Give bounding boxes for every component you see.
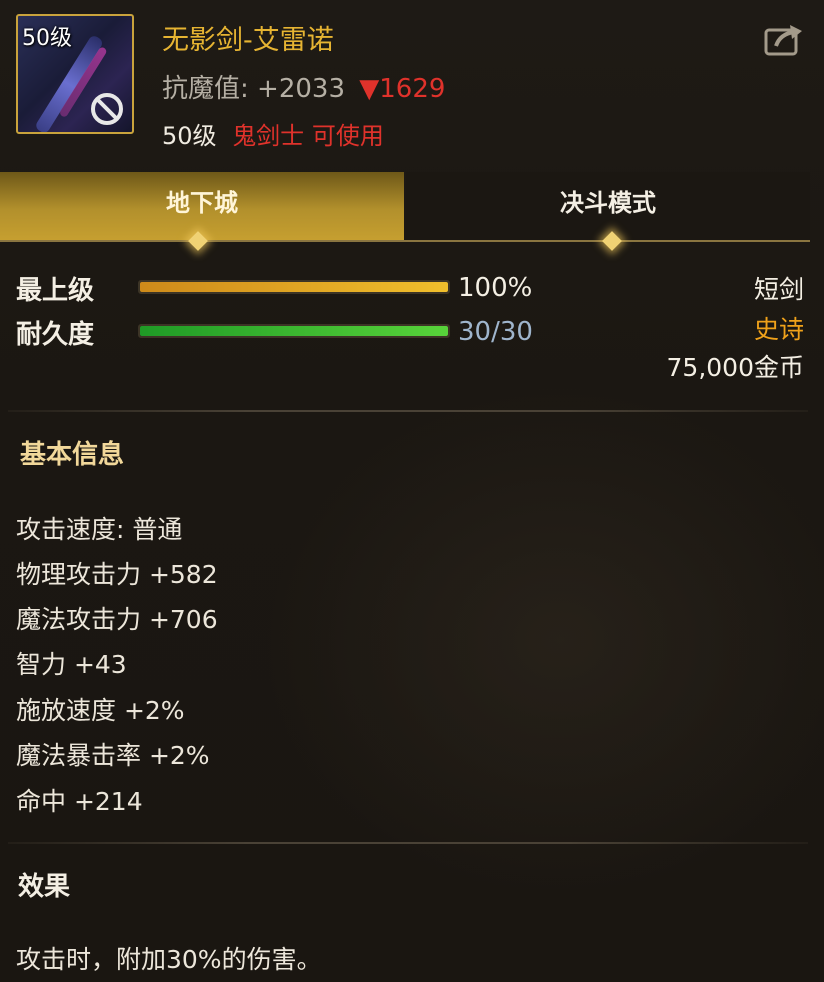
attr-magic-attack: 魔法攻击力 +706 (16, 605, 218, 634)
no-use-icon (91, 93, 123, 125)
durability-value: 30/30 (458, 317, 533, 347)
durability-bar (138, 324, 450, 338)
basic-info-title: 基本信息 (20, 440, 125, 470)
item-rarity: 史诗 (753, 315, 804, 344)
required-class: 鬼剑士 可使用 (232, 122, 384, 150)
tab-underline (0, 240, 810, 242)
item-price: 75,000金币 (666, 353, 804, 382)
magic-resist-label: 抗魔值: (162, 74, 249, 104)
item-tooltip: 50级 无影剑-艾雷诺 抗魔值: +2033 ▼1629 50级 鬼剑士 可使用… (0, 0, 824, 982)
attr-cast-speed: 施放速度 +2% (16, 696, 185, 725)
item-name: 无影剑-艾雷诺 (162, 25, 334, 56)
attr-intelligence: 智力 +43 (16, 650, 127, 679)
mode-tabs: 地下城 决斗模式 (0, 172, 810, 242)
attr-magic-crit: 魔法暴击率 +2% (16, 741, 210, 770)
grade-label: 最上级 (16, 276, 95, 306)
item-type: 短剑 (753, 275, 804, 304)
grade-bar (138, 280, 450, 294)
share-icon[interactable] (762, 20, 806, 60)
magic-resist-diff: ▼1629 (359, 74, 446, 104)
attr-hit-rate: 命中 +214 (16, 787, 143, 816)
divider (8, 842, 808, 844)
requirement-row: 50级 鬼剑士 可使用 (162, 116, 384, 151)
magic-resist-value: +2033 (257, 74, 345, 104)
magic-resist-row: 抗魔值: +2033 ▼1629 (162, 68, 445, 105)
divider (8, 410, 808, 412)
item-level-badge: 50级 (22, 26, 72, 51)
grade-bar-fill (140, 282, 448, 292)
item-icon[interactable]: 50级 (16, 14, 134, 134)
attr-physical-attack: 物理攻击力 +582 (16, 560, 218, 589)
tab-dungeon[interactable]: 地下城 (0, 172, 404, 240)
required-level: 50级 (162, 122, 217, 150)
grade-value: 100% (458, 273, 533, 303)
tab-duel-mode[interactable]: 决斗模式 (406, 172, 810, 240)
effect-text: 攻击时，附加30%的伤害。 (16, 945, 322, 974)
durability-label: 耐久度 (16, 320, 95, 350)
attr-attack-speed: 攻击速度: 普通 (16, 515, 183, 544)
durability-bar-fill (140, 326, 448, 336)
effect-title: 效果 (18, 872, 71, 902)
